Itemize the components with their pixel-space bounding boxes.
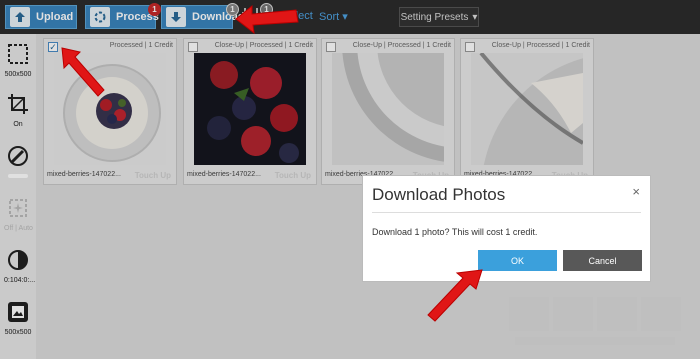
annotation-arrow-icon — [427, 269, 483, 322]
site-watermark-logo — [509, 297, 681, 345]
annotation-arrow-icon — [61, 47, 105, 97]
annotation-arrow-icon — [235, 4, 299, 35]
cancel-button[interactable]: Cancel — [563, 250, 642, 271]
ok-button[interactable]: OK — [478, 250, 557, 271]
dialog-divider — [372, 212, 641, 213]
download-photos-dialog: Download Photos × Download 1 photo? This… — [362, 175, 651, 282]
dialog-message: Download 1 photo? This will cost 1 credi… — [372, 227, 538, 237]
dialog-title: Download Photos — [372, 185, 506, 204]
close-icon[interactable]: × — [632, 184, 640, 199]
